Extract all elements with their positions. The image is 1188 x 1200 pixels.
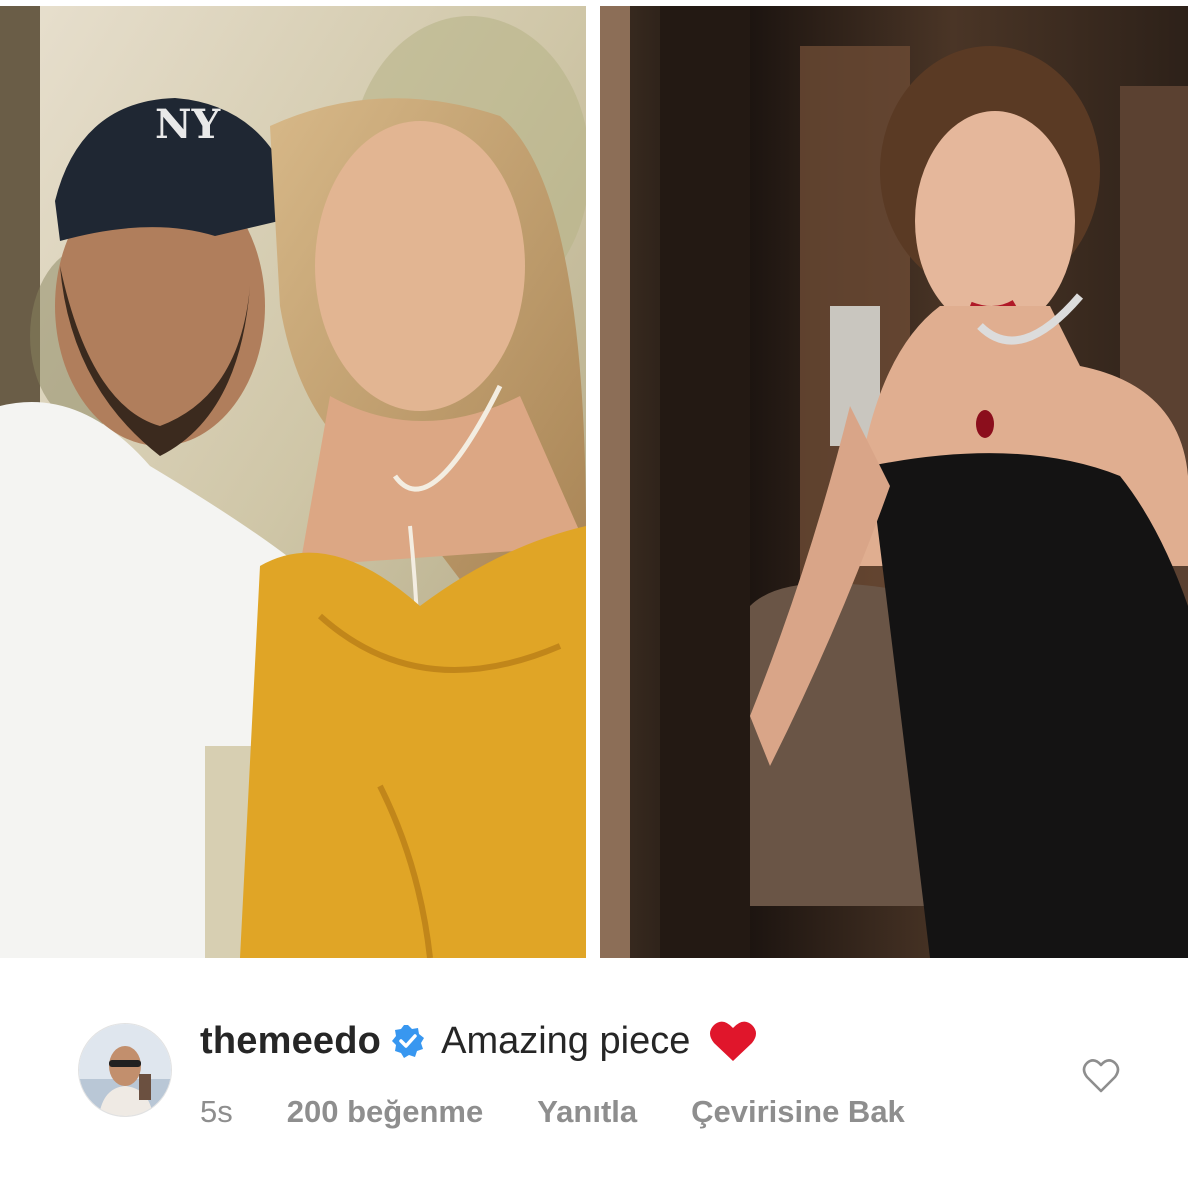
avatar[interactable] xyxy=(78,1023,172,1117)
black-dress-image xyxy=(600,6,1188,958)
reply-button[interactable]: Yanıtla xyxy=(537,1094,637,1130)
comment-meta: 5s 200 beğenme Yanıtla Çevirisine Bak xyxy=(200,1092,959,1132)
verified-badge-icon xyxy=(391,1024,425,1058)
avatar-image xyxy=(79,1024,171,1116)
see-translation-button[interactable]: Çevirisine Bak xyxy=(691,1094,905,1130)
comment-likes-link[interactable]: 200 beğenme xyxy=(287,1094,483,1130)
comment-time: 5s xyxy=(200,1094,233,1129)
black-dress-photo[interactable] xyxy=(600,6,1188,958)
comment-text: Amazing piece xyxy=(441,1019,691,1062)
couple-selfie-photo[interactable]: NY xyxy=(0,6,586,958)
couple-selfie-image: NY xyxy=(0,6,586,958)
heart-outline-icon[interactable] xyxy=(1082,1058,1120,1094)
comment-username[interactable]: themeedo xyxy=(200,1020,381,1063)
red-heart-emoji-icon xyxy=(708,1019,758,1063)
svg-text:NY: NY xyxy=(155,101,221,148)
comment-row: themeedo Amazing piece 5s 200 beğenme Ya… xyxy=(0,958,1188,1200)
